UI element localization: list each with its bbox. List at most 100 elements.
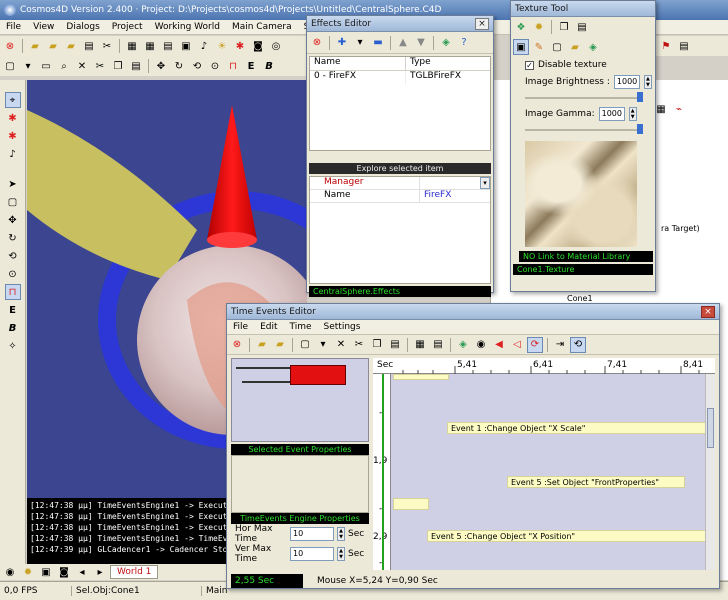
event-block[interactable]: Event 5 :Set Object "FrontProperties" (507, 476, 685, 488)
sound-view-icon[interactable]: ♪ (5, 146, 21, 162)
settings-icon[interactable]: ✹ (20, 564, 36, 580)
light-view-icon[interactable]: ✱ (5, 110, 21, 126)
tree-filter-icon[interactable]: ⌁ (671, 101, 687, 117)
camera-icon[interactable]: ◙ (250, 38, 266, 54)
light-icon[interactable]: ☀ (214, 38, 230, 54)
scrollbar-thumb[interactable] (707, 408, 714, 448)
chevron-down-icon[interactable]: ▾ (480, 177, 490, 189)
target-icon[interactable]: ◎ (268, 38, 284, 54)
rewind-icon[interactable]: ◀ (491, 337, 507, 353)
select-icon[interactable]: ▭ (38, 58, 54, 74)
timeline-overview[interactable] (231, 358, 369, 442)
paste-icon[interactable]: ▤ (387, 337, 403, 353)
te-menu-edit[interactable]: Edit (254, 322, 283, 332)
refresh-icon[interactable]: ◈ (438, 35, 454, 51)
print-icon[interactable]: ▤ (81, 38, 97, 54)
table-icon[interactable]: ▦ (142, 38, 158, 54)
help-icon[interactable]: ? (456, 35, 472, 51)
gamma-stepper[interactable]: ▲ ▼ (628, 107, 637, 121)
rotate-icon[interactable]: ↻ (5, 230, 21, 246)
cut-icon[interactable]: ✂ (99, 38, 115, 54)
event-block[interactable]: Event 5 :Change Object "X Position" (427, 530, 715, 542)
texture-icon[interactable]: ▣ (513, 39, 529, 55)
event-block-partial[interactable] (393, 374, 449, 380)
wand-icon[interactable]: ✧ (5, 338, 21, 354)
pencil-icon[interactable]: ✎ (531, 39, 547, 55)
open-icon[interactable]: ▰ (254, 337, 270, 353)
menu-view[interactable]: View (27, 22, 60, 32)
save-as-icon[interactable]: ▰ (63, 38, 79, 54)
overview-viewport[interactable] (290, 365, 346, 385)
brightness-input[interactable]: 1000 (613, 75, 640, 89)
select-box-icon[interactable]: ▢ (5, 194, 21, 210)
camera-icon[interactable]: ◙ (56, 564, 72, 580)
scale-icon[interactable]: ⊙ (5, 266, 21, 282)
prop-row-manager[interactable]: Manager ▾ (310, 177, 490, 190)
music-icon[interactable]: ♪ (196, 38, 212, 54)
move-icon[interactable]: ✥ (5, 212, 21, 228)
grid-icon[interactable]: ▦ (124, 38, 140, 54)
new-object-icon[interactable]: ▢ (2, 58, 18, 74)
disable-texture-checkbox[interactable]: ✓ (525, 60, 534, 70)
text-e-icon[interactable]: E (5, 302, 21, 318)
save-icon[interactable]: ▰ (45, 38, 61, 54)
loop-icon[interactable]: ⟳ (527, 336, 543, 353)
stop-icon[interactable]: ⊗ (2, 38, 18, 54)
texture-settings-icon[interactable]: ✹ (531, 19, 547, 35)
effect-row[interactable]: 0 - FireFX TGLBFireFX (310, 71, 490, 85)
open-folder-icon[interactable]: ▰ (27, 38, 43, 54)
effects-icon[interactable]: ✱ (232, 38, 248, 54)
current-time-marker[interactable] (382, 374, 384, 570)
repeat-icon[interactable]: ⟲ (570, 336, 586, 353)
magnet-icon[interactable]: ⊓ (4, 284, 21, 300)
delete-event-icon[interactable]: ✕ (333, 337, 349, 353)
ver-max-stepper[interactable]: ▲ ▼ (337, 547, 345, 561)
scale-icon[interactable]: ⊙ (207, 58, 223, 74)
delete-icon[interactable]: ✕ (74, 58, 90, 74)
apply-icon[interactable]: ◈ (585, 39, 601, 55)
menu-working-world[interactable]: Working World (149, 22, 226, 32)
brightness-slider[interactable] (525, 91, 643, 105)
timeline-scrollbar[interactable] (705, 374, 715, 570)
goto-end-icon[interactable]: ⇥ (552, 337, 568, 353)
refresh-icon[interactable]: ◈ (455, 337, 471, 353)
close-icon[interactable]: × (701, 305, 715, 318)
event-block-partial[interactable] (393, 498, 429, 510)
timeline-area[interactable]: Sec 5,41 6,41 7,41 8,41 - 1,9 - 2,9 - Ev… (373, 358, 715, 570)
slider-thumb[interactable] (637, 124, 643, 134)
te-menu-settings[interactable]: Settings (318, 322, 367, 332)
record-icon[interactable]: ◉ (473, 337, 489, 353)
arrow-icon[interactable]: ▸ (92, 564, 108, 580)
camera-view-icon[interactable]: ⌖ (4, 92, 21, 108)
material-icon[interactable]: ❖ (513, 19, 529, 35)
dropdown-icon[interactable]: ▾ (352, 35, 368, 51)
stop-icon[interactable]: ⊗ (229, 337, 245, 353)
disable-texture-row[interactable]: ✓ Disable texture (511, 57, 655, 73)
move-icon[interactable]: ✥ (153, 58, 169, 74)
text-b-icon[interactable]: B (5, 320, 21, 336)
nav-icon[interactable]: ◂ (74, 564, 90, 580)
flag-icon[interactable]: ⚑ (658, 38, 674, 54)
new-file-icon[interactable]: ▢ (549, 39, 565, 55)
object-icon[interactable]: ▣ (38, 564, 54, 580)
hor-max-input[interactable]: 10 (290, 527, 334, 541)
te-menu-time[interactable]: Time (284, 322, 318, 332)
object-list-icon[interactable]: ▤ (160, 38, 176, 54)
menu-dialogs[interactable]: Dialogs (60, 22, 105, 32)
fire-view-icon[interactable]: ✱ (5, 128, 21, 144)
col-type[interactable]: Type (406, 57, 431, 70)
rotate-icon[interactable]: ↻ (171, 58, 187, 74)
menu-main-camera[interactable]: Main Camera (226, 22, 298, 32)
copy-icon[interactable]: ❐ (110, 58, 126, 74)
close-icon[interactable]: × (475, 17, 489, 30)
menu-project[interactable]: Project (106, 22, 149, 32)
copy-icon[interactable]: ❐ (369, 337, 385, 353)
move-down-icon[interactable]: ▼ (413, 35, 429, 51)
paste-icon[interactable]: ▤ (574, 19, 590, 35)
properties-icon[interactable]: ▣ (178, 38, 194, 54)
save-icon[interactable]: ▰ (272, 337, 288, 353)
folder-icon[interactable]: ▰ (567, 39, 583, 55)
pointer-icon[interactable]: ➤ (5, 176, 21, 192)
magnet-icon[interactable]: ⊓ (225, 58, 241, 74)
add-effect-icon[interactable]: ✚ (334, 35, 350, 51)
